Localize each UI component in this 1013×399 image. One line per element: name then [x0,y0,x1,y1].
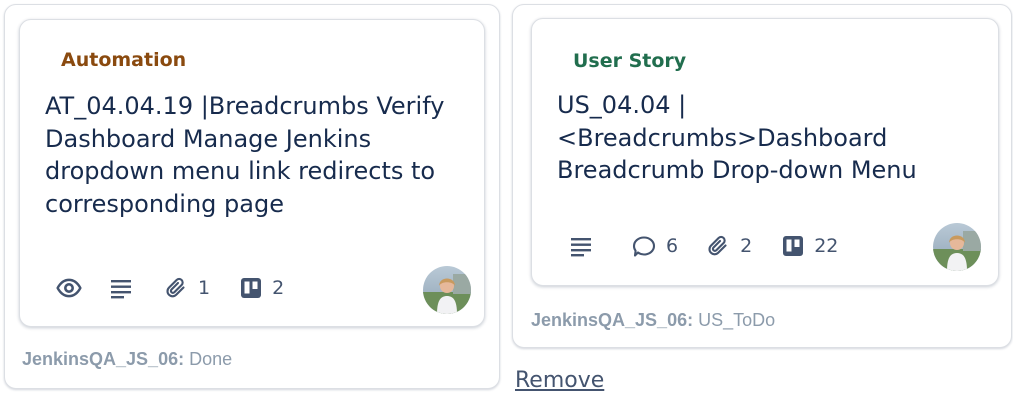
comment-icon [632,236,656,257]
card-1-label: Automation [61,49,187,71]
checklist-count: 2 [272,277,285,299]
description-icon [110,275,132,301]
board-icon [783,236,804,256]
card-2-label: User Story [573,50,687,72]
checklist-badge: 22 [782,233,838,259]
comments-badge: 6 [632,233,678,259]
checklist-count: 22 [814,235,839,257]
comment-count: 6 [666,235,679,257]
attachment-badge: 1 [164,275,210,301]
paperclip-icon [166,277,185,298]
paperclip-icon [708,235,727,256]
card-1[interactable]: Automation AT_04.04.19 |Breadcrumbs Veri… [19,19,485,327]
list-name: US_ToDo [698,310,776,330]
card-2-badges: 6 2 22 [570,233,838,259]
watching-icon [56,275,82,301]
card-1-footer: JenkinsQA_JS_06: Done [22,349,232,370]
description-icon [570,233,592,259]
board-name: JenkinsQA_JS_06: [531,310,694,330]
card-2-footer: JenkinsQA_JS_06: US_ToDo [531,310,775,331]
card-1-title: AT_04.04.19 |Breadcrumbs Verify Dashboar… [45,92,445,218]
checklist-badge: 2 [240,275,284,301]
member-avatar[interactable] [423,266,471,314]
card-2-title: US_04.04 | <Breadcrumbs>Dashboard Breadc… [557,91,917,184]
card-1-container[interactable]: Automation AT_04.04.19 |Breadcrumbs Veri… [4,4,500,389]
board-name: JenkinsQA_JS_06: [22,349,185,369]
attachment-count: 1 [198,277,211,299]
board-icon [241,278,262,298]
attachment-badge: 2 [706,233,752,259]
card-2-container[interactable]: User Story US_04.04 | <Breadcrumbs>Dashb… [512,4,1012,348]
member-avatar[interactable] [933,223,981,271]
remove-link[interactable]: Remove [515,368,604,393]
attachment-count: 2 [740,235,753,257]
card-2[interactable]: User Story US_04.04 | <Breadcrumbs>Dashb… [531,18,999,286]
list-name: Done [189,349,233,369]
card-1-badges: 1 2 [56,275,284,301]
